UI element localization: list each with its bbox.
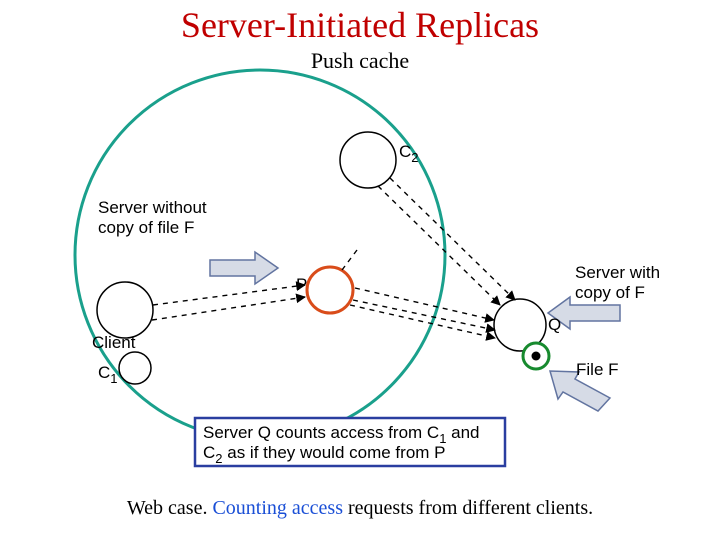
label-server-copy-2: copy of F <box>575 283 645 302</box>
node-client <box>97 282 153 338</box>
edge-client-p <box>153 285 305 305</box>
footer-post: requests from different clients. <box>343 497 593 519</box>
label-c2: C2 <box>399 142 419 165</box>
label-client: Client <box>92 333 136 352</box>
label-server-nocopy-1: Server without <box>98 198 207 217</box>
node-c1 <box>119 352 151 384</box>
node-file-f <box>523 343 549 369</box>
label-q: Q <box>548 315 561 334</box>
label-server-nocopy-2: copy of file F <box>98 218 194 237</box>
label-file-f: File F <box>576 360 619 379</box>
edge-p-stub <box>342 250 357 270</box>
node-c2 <box>340 132 396 188</box>
diagram-svg: C2 Server without copy of file F Client … <box>0 0 720 540</box>
footer-pre: Web case. <box>127 497 213 519</box>
diagram-stage: Server-Initiated Replicas Push cache <box>0 0 720 540</box>
arrow-server-nocopy <box>210 252 278 284</box>
node-p <box>307 267 353 313</box>
label-c1: C1 <box>98 363 118 386</box>
footer-caption: Web case. Counting access requests from … <box>0 497 720 520</box>
edge-c2-q-2 <box>390 178 515 300</box>
edge-p-q-3 <box>350 305 495 338</box>
label-p: P <box>296 275 307 294</box>
edge-client-p-2 <box>152 297 305 320</box>
footer-highlight: Counting access <box>212 497 343 519</box>
label-server-copy-1: Server with <box>575 263 660 282</box>
